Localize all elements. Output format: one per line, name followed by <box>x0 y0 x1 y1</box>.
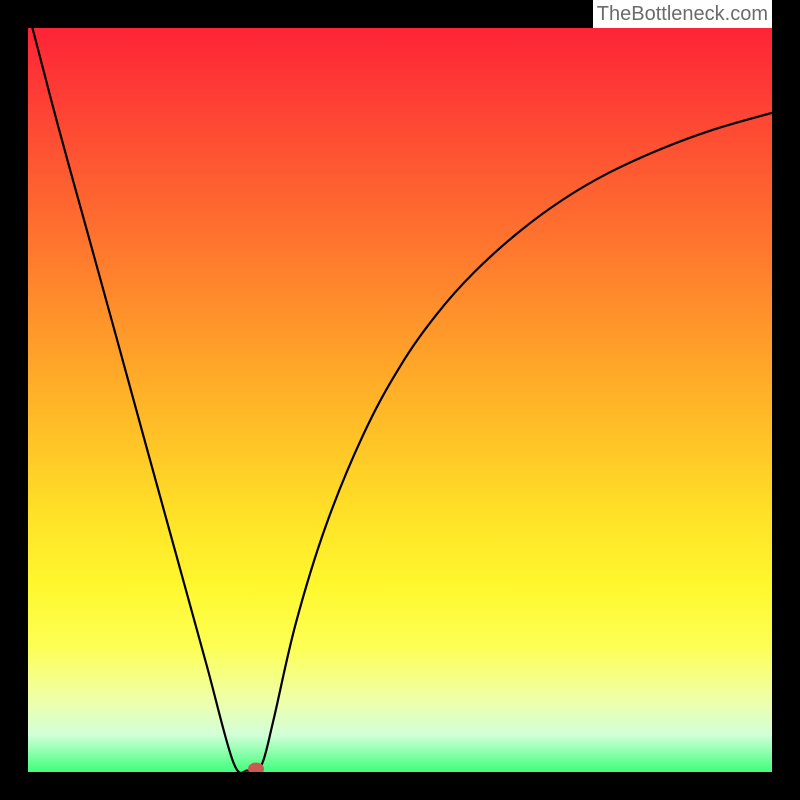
plot-area <box>28 28 772 772</box>
watermark-label: TheBottleneck.com <box>593 0 772 28</box>
bottleneck-curve <box>28 28 772 772</box>
chart-frame: TheBottleneck.com <box>0 0 800 800</box>
optimum-marker <box>248 763 264 772</box>
